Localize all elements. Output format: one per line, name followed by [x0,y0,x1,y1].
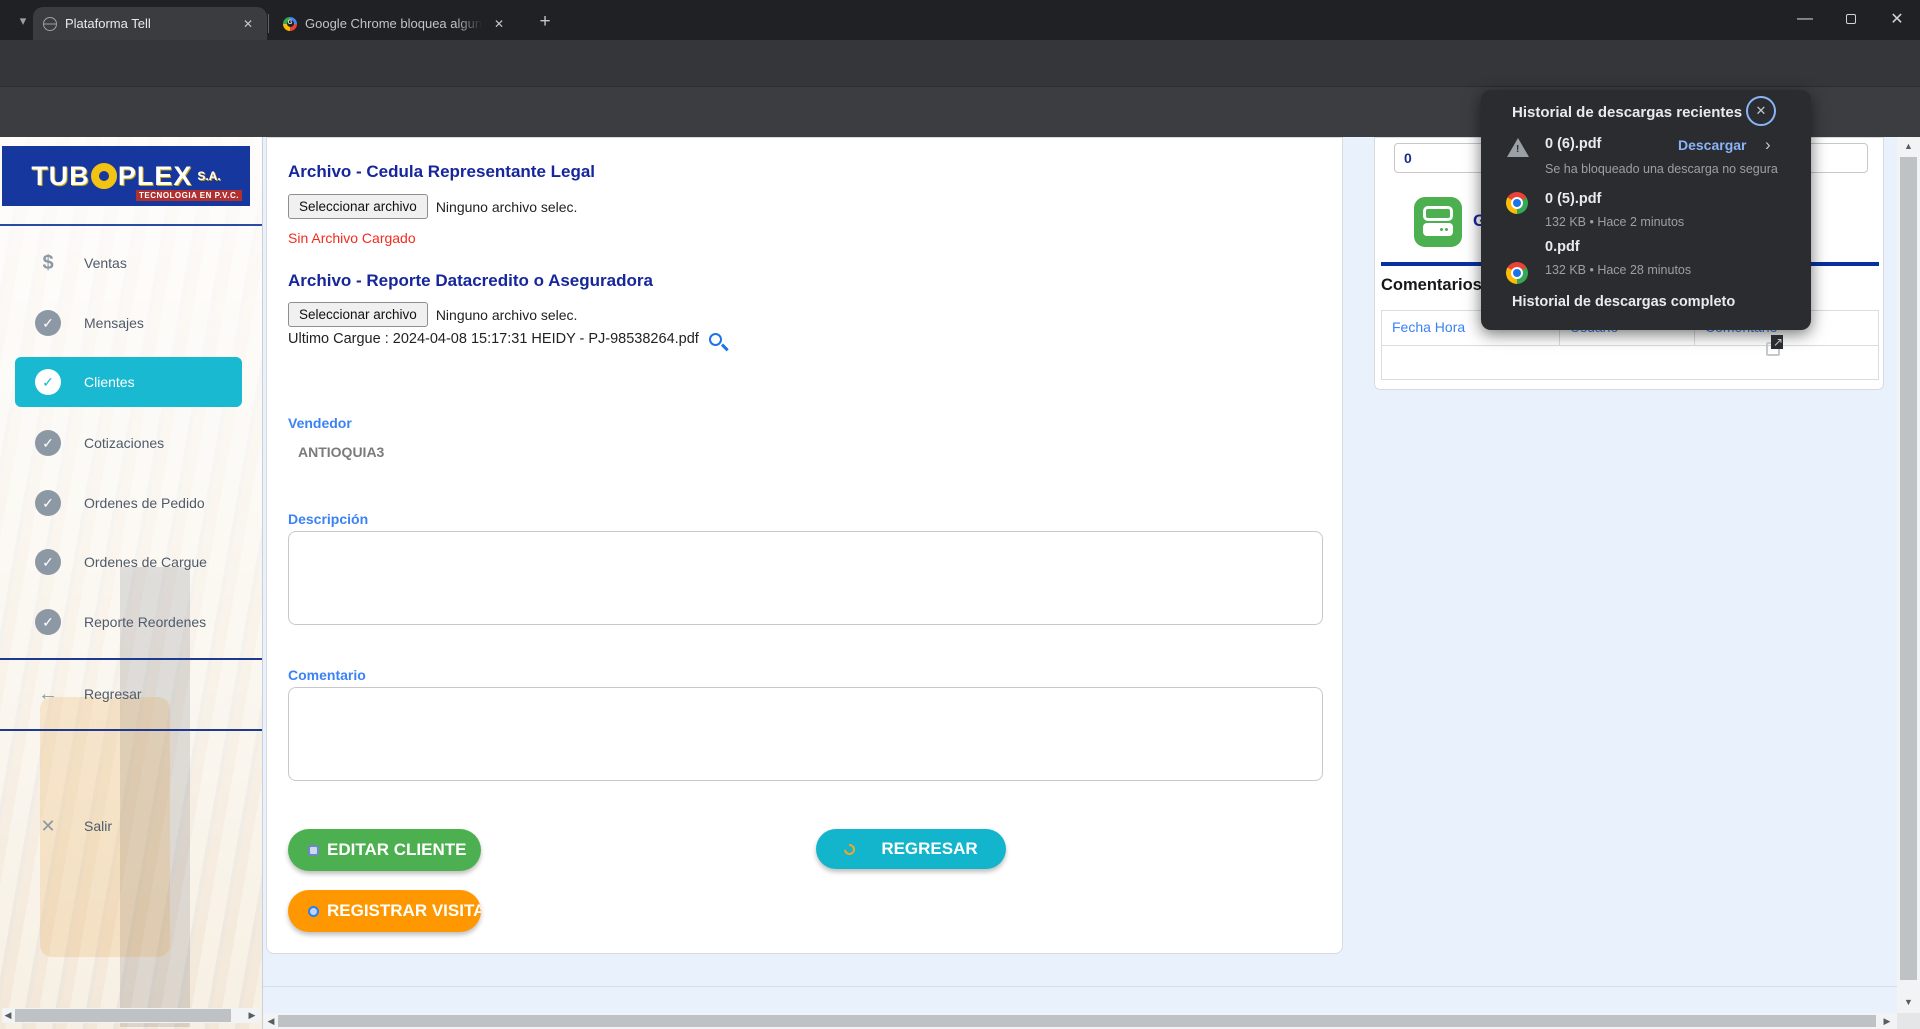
scrollbar-thumb[interactable] [15,1009,231,1022]
scroll-down-icon[interactable]: ▼ [1897,996,1920,1008]
tab-plataforma[interactable]: Plataforma Tell ✕ [33,7,267,40]
sidebar-item-regresar[interactable]: ← Regresar [0,669,263,719]
download-file-name[interactable]: 0.pdf [1545,239,1580,255]
download-detail: 132 KB • Hace 2 minutos [1545,215,1684,229]
file2-select-button[interactable]: Seleccionar archivo [288,302,428,327]
window-maximize-button[interactable] [1828,0,1874,38]
content-bottom-divider [263,986,1897,987]
check-circle-icon: ✓ [35,490,61,516]
logo-divider [0,224,263,226]
tab-title: Plataforma Tell [65,16,231,31]
logo-tagline: TECNOLOGIA EN P.V.C. [136,190,242,201]
registrar-visita-button[interactable]: REGISTRAR VISITA [288,890,481,932]
file2-last-upload: Ultimo Cargue : 2024-04-08 15:17:31 HEID… [288,331,699,347]
downloads-history-link[interactable]: Historial de descargas completo [1512,294,1735,310]
scroll-up-icon[interactable]: ▲ [1897,140,1920,152]
tab-title: Google Chrome bloquea algun [305,16,482,31]
table-empty-row [1382,346,1878,380]
globe-favicon-icon [43,17,57,31]
warning-icon: ! [1507,138,1529,157]
download-detail: 132 KB • Hace 28 minutos [1545,263,1691,277]
scroll-left-icon[interactable]: ◀ [265,1013,277,1029]
editar-cliente-button[interactable]: EDITAR CLIENTE [288,829,481,871]
file1-heading: Archivo - Cedula Representante Legal [288,162,595,182]
dollar-icon: $ [35,252,61,275]
comentario-textarea[interactable] [288,687,1323,781]
logo-o-ring-icon [91,163,117,189]
download-detail: Se ha bloqueado una descarga no segura [1545,162,1778,176]
sidebar-item-salir[interactable]: ✕ Salir [0,801,263,851]
file1-none-label: Ninguno archivo selec. [436,199,578,215]
tab-close-icon[interactable]: ✕ [239,15,257,33]
sidebar-item-cotizaciones[interactable]: ✓ Cotizaciones [0,418,263,468]
downloads-popup-title: Historial de descargas recientes [1512,104,1742,121]
descargar-link[interactable]: Descargar [1678,137,1747,153]
vendedor-label: Vendedor [288,415,352,431]
close-x-icon: ✕ [35,816,61,837]
magnifier-icon[interactable] [709,333,722,346]
page-h-scrollbar[interactable]: ◀ ▶ [263,1013,1897,1029]
comentarios-title: Comentarios [1381,276,1482,295]
tab-divider [268,14,269,33]
scrollbar-thumb[interactable] [1900,157,1917,980]
sidebar: TUB PLEX S.A. TECNOLOGIA EN P.V.C. $ Ven… [0,137,263,1029]
downloads-popup: Historial de descargas recientes ✕ ! 0 (… [1481,90,1811,330]
scroll-right-icon[interactable]: ▶ [1881,1013,1893,1029]
window-minimize-button[interactable]: — [1782,0,1828,38]
save-icon[interactable] [1414,197,1462,247]
check-circle-icon: ✓ [35,609,61,635]
chrome-icon [1506,192,1528,214]
vendedor-value: ANTIOQUIA3 [298,444,384,460]
page-v-scrollbar[interactable]: ▲ ▼ [1897,137,1920,1013]
client-form-card: Archivo - Cedula Representante Legal Sel… [266,137,1343,954]
sidebar-item-clientes[interactable]: ✓ Clientes [15,357,242,407]
regresar-button[interactable]: REGRESAR [816,829,1006,869]
check-circle-icon: ✓ [35,430,61,456]
file1-select-button[interactable]: Seleccionar archivo [288,194,428,219]
scrollbar-corner [1897,1013,1920,1029]
new-tab-button[interactable]: + [532,9,558,35]
visit-icon [308,906,319,917]
browser-window: ▾ Plataforma Tell ✕ G Google Chrome bloq… [0,0,1920,1029]
sidebar-item-ordenes-cargue[interactable]: ✓ Ordenes de Cargue [0,537,263,587]
sidebar-item-reporte-reordenes[interactable]: ✓ Reporte Reordenes [0,597,263,647]
browser-toolbar: ← → ↻ ⚠ No es seguro plataformatell.com/… [0,40,1920,86]
arrow-left-icon: ← [35,683,61,706]
sidebar-divider [0,658,263,660]
sidebar-h-scrollbar[interactable]: ◀ ▶ [2,1008,260,1023]
file1-status: Sin Archivo Cargado [288,230,416,246]
download-file-name[interactable]: 0 (6).pdf [1545,136,1601,152]
back-curl-icon [842,841,857,856]
google-favicon-icon: G [283,17,297,31]
descripcion-textarea[interactable] [288,531,1323,625]
window-close-button[interactable]: ✕ [1874,0,1920,38]
tab-strip: ▾ Plataforma Tell ✕ G Google Chrome bloq… [0,0,1920,40]
check-circle-icon: ✓ [35,310,61,336]
tab-close-icon[interactable]: ✕ [490,15,508,33]
scroll-right-icon[interactable]: ▶ [246,1008,258,1023]
file2-none-label: Ninguno archivo selec. [436,307,578,323]
chevron-right-icon[interactable]: › [1765,135,1771,155]
comentario-label: Comentario [288,667,366,683]
chrome-icon [1506,262,1528,284]
download-file-name[interactable]: 0 (5).pdf [1545,191,1601,207]
file2-heading: Archivo - Reporte Datacredito o Asegurad… [288,271,653,291]
tuboplex-logo: TUB PLEX S.A. TECNOLOGIA EN P.V.C. [2,146,250,206]
tab-chrome-blocks[interactable]: G Google Chrome bloquea algun ✕ [273,7,518,40]
check-circle-icon: ✓ [35,369,61,395]
edit-icon [308,845,319,856]
sidebar-item-ventas[interactable]: $ Ventas [0,238,263,288]
sidebar-item-ordenes-pedido[interactable]: ✓ Ordenes de Pedido [0,478,263,528]
check-circle-icon: ✓ [35,549,61,575]
downloads-close-icon[interactable]: ✕ [1746,96,1776,126]
scroll-left-icon[interactable]: ◀ [2,1008,14,1023]
scrollbar-thumb[interactable] [278,1015,1876,1027]
sidebar-item-mensajes[interactable]: ✓ Mensajes [0,298,263,348]
descripcion-label: Descripción [288,511,368,527]
sidebar-divider [0,729,263,731]
external-link-icon[interactable]: ↗ [1766,342,1780,356]
